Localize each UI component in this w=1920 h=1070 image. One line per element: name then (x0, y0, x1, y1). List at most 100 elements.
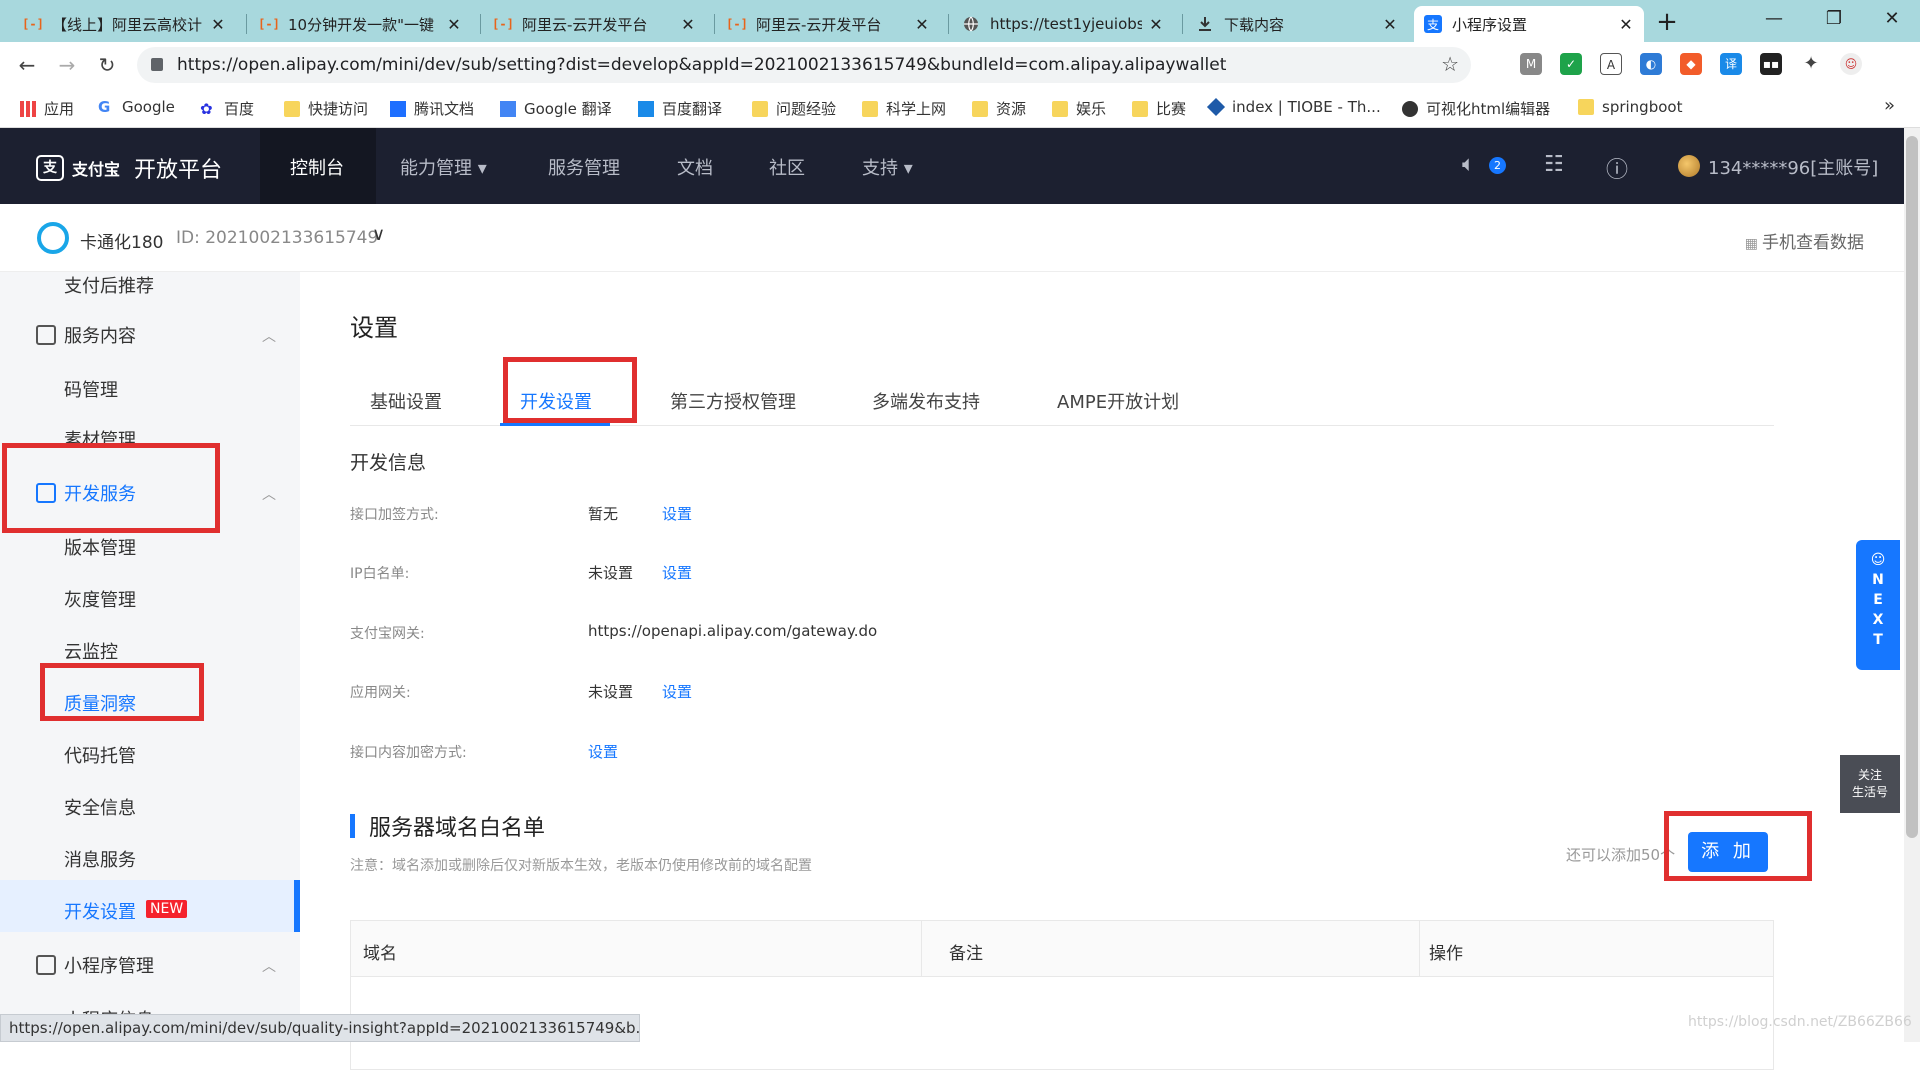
close-icon[interactable]: ✕ (1382, 15, 1398, 34)
bookmark-item[interactable]: 问题经验 (752, 98, 836, 119)
scrollbar-thumb[interactable] (1906, 136, 1918, 838)
bookmark-item[interactable]: springboot (1578, 98, 1682, 116)
phone-data-link[interactable]: ▦ 手机查看数据 (1745, 228, 1864, 253)
chevron-up-icon[interactable]: ︿ (262, 956, 276, 976)
tab-multi-publish[interactable]: 多端发布支持 (872, 388, 980, 414)
nav-docs[interactable]: 文档 (677, 154, 713, 180)
bookmark-item[interactable]: 应用 (20, 98, 74, 119)
help-icon[interactable]: ⓘ (1606, 152, 1628, 184)
new-tab-button[interactable]: + (1652, 8, 1682, 38)
chevron-up-icon[interactable]: ︿ (262, 484, 276, 504)
browser-tab[interactable]: [-] 【线上】阿里云高校计 ✕ (14, 6, 236, 42)
bookmark-item[interactable]: index | TIOBE - Th... (1206, 97, 1381, 117)
sidebar-item-code[interactable]: 码管理 (64, 376, 118, 402)
browser-tab-bar: [-] 【线上】阿里云高校计 ✕ [-] 10分钟开发一款"一键 ✕ [-] 阿… (0, 0, 1920, 42)
sidebar-group-service-content[interactable]: 服务内容 (36, 322, 136, 348)
close-icon[interactable]: ✕ (1618, 15, 1634, 34)
bookmark-item[interactable]: ✿ 百度 (200, 98, 254, 119)
bookmark-item[interactable]: 快捷访问 (284, 98, 368, 119)
minimize-icon[interactable]: — (1744, 0, 1804, 40)
font-extension-icon[interactable]: A (1600, 53, 1622, 75)
nav-service[interactable]: 服务管理 (548, 154, 620, 180)
bookmark-label: 娱乐 (1076, 100, 1107, 118)
close-icon[interactable]: ✕ (210, 15, 226, 34)
logo[interactable]: 支 支付宝 开放平台 (36, 152, 222, 184)
bookmark-item[interactable]: 娱乐 (1052, 98, 1106, 119)
sign-method-set-link[interactable]: 设置 (662, 503, 692, 524)
tab-separator (1182, 14, 1183, 34)
folder-icon (972, 100, 988, 117)
sidebar-item-code-host[interactable]: 代码托管 (64, 742, 136, 768)
tab-third-party-auth[interactable]: 第三方授权管理 (670, 388, 796, 414)
field-value: https://openapi.alipay.com/gateway.do (588, 622, 878, 640)
title-accent-bar (350, 814, 355, 838)
follow-lifeaccount-button[interactable]: 关注 生活号 (1840, 755, 1900, 813)
red-extension-icon[interactable]: ◆ (1680, 53, 1702, 75)
reload-icon[interactable]: ↻ (92, 50, 122, 80)
sidebar-item-gray[interactable]: 灰度管理 (64, 586, 136, 612)
profile-icon[interactable]: ☺ (1840, 53, 1862, 75)
bookmark-label: 比赛 (1156, 100, 1187, 118)
account-name[interactable]: 134*****96[主账号] (1708, 154, 1878, 180)
sidebar-item-version[interactable]: 版本管理 (64, 534, 136, 560)
edge-extension-icon[interactable]: ◐ (1640, 53, 1662, 75)
column-header: 操作 (1429, 944, 1463, 964)
bookmark-label: Google (122, 98, 175, 116)
close-icon[interactable]: ✕ (680, 15, 696, 34)
bookmark-item[interactable]: 科学上网 (862, 98, 946, 119)
browser-tab[interactable]: [-] 10分钟开发一款"一键 ✕ (250, 6, 472, 42)
sidebar-item-after-pay[interactable]: 支付后推荐 (64, 272, 154, 298)
bookmark-item[interactable]: 比赛 (1132, 98, 1186, 119)
browser-tab[interactable]: [-] 阿里云-云开发平台 ✕ (484, 6, 706, 42)
sidebar-item-cloud-monitor[interactable]: 云监控 (64, 638, 118, 664)
nav-console[interactable]: 控制台 (290, 154, 344, 180)
content-encrypt-set-link[interactable]: 设置 (588, 741, 618, 762)
back-icon[interactable]: ← (12, 50, 42, 80)
bookmark-item[interactable]: 资源 (972, 98, 1026, 119)
forward-icon[interactable]: → (52, 50, 82, 80)
app-gateway-set-link[interactable]: 设置 (662, 681, 692, 702)
bracket-icon: [-] (726, 17, 748, 31)
next-widget[interactable]: ☺ N E X T (1856, 540, 1900, 670)
close-icon[interactable]: ✕ (446, 15, 462, 34)
nav-community[interactable]: 社区 (769, 154, 805, 180)
ip-whitelist-set-link[interactable]: 设置 (662, 562, 692, 583)
bookmark-item[interactable]: 腾讯文档 (390, 98, 474, 119)
address-bar[interactable]: https://open.alipay.com/mini/dev/sub/set… (137, 47, 1471, 83)
nav-capability[interactable]: 能力管理 ▾ (400, 154, 487, 180)
address-row: ← → ↻ https://open.alipay.com/mini/dev/s… (0, 42, 1920, 88)
browser-tab[interactable]: https://test1yjeuiobs ✕ (952, 6, 1174, 42)
sidebar-group-mini-mgmt[interactable]: 小程序管理 (36, 952, 154, 978)
avatar[interactable] (1678, 155, 1700, 177)
bookmarks-more-icon[interactable]: » (1884, 95, 1895, 116)
sidebar-item-dev-settings[interactable]: 开发设置 (64, 898, 136, 924)
bookmark-item[interactable]: Google 翻译 (500, 98, 612, 119)
speaker-icon[interactable]: 🔈︎ (1462, 152, 1475, 177)
tab-ampe[interactable]: AMPE开放计划 (1057, 388, 1179, 414)
bookmark-item[interactable]: 百度翻译 (638, 98, 722, 119)
sidebar-item-message[interactable]: 消息服务 (64, 846, 136, 872)
window-close-icon[interactable]: ✕ (1862, 0, 1920, 40)
restore-icon[interactable]: ❐ (1804, 0, 1864, 40)
tab-basic-settings[interactable]: 基础设置 (370, 388, 442, 414)
gmail-extension-icon[interactable]: M (1520, 53, 1542, 75)
shield-extension-icon[interactable]: ✓ (1560, 53, 1582, 75)
notify-badge: 2 (1489, 157, 1506, 174)
glasses-extension-icon[interactable]: ▪▪ (1760, 53, 1782, 75)
task-icon[interactable]: ☷ (1544, 152, 1564, 177)
bookmark-item[interactable]: G Google (98, 98, 175, 116)
bookmark-star-icon[interactable]: ☆ (1441, 52, 1459, 76)
bookmark-item[interactable]: 可视化html编辑器 (1402, 98, 1550, 119)
browser-tab[interactable]: 下载内容 ✕ (1186, 6, 1408, 42)
chevron-up-icon[interactable]: ︿ (262, 326, 276, 346)
url-text[interactable]: https://open.alipay.com/mini/dev/sub/set… (177, 55, 1226, 75)
close-icon[interactable]: ✕ (914, 15, 930, 34)
browser-tab-active[interactable]: 支 小程序设置 ✕ (1414, 6, 1644, 42)
close-icon[interactable]: ✕ (1148, 15, 1164, 34)
nav-support[interactable]: 支持 ▾ (862, 154, 913, 180)
puzzle-icon[interactable]: ✦ (1800, 53, 1822, 75)
translate-extension-icon[interactable]: 译 (1720, 53, 1742, 75)
browser-tab[interactable]: [-] 阿里云-云开发平台 ✕ (718, 6, 940, 42)
chevron-down-icon[interactable]: ∨ (372, 224, 385, 245)
sidebar-item-security[interactable]: 安全信息 (64, 794, 136, 820)
